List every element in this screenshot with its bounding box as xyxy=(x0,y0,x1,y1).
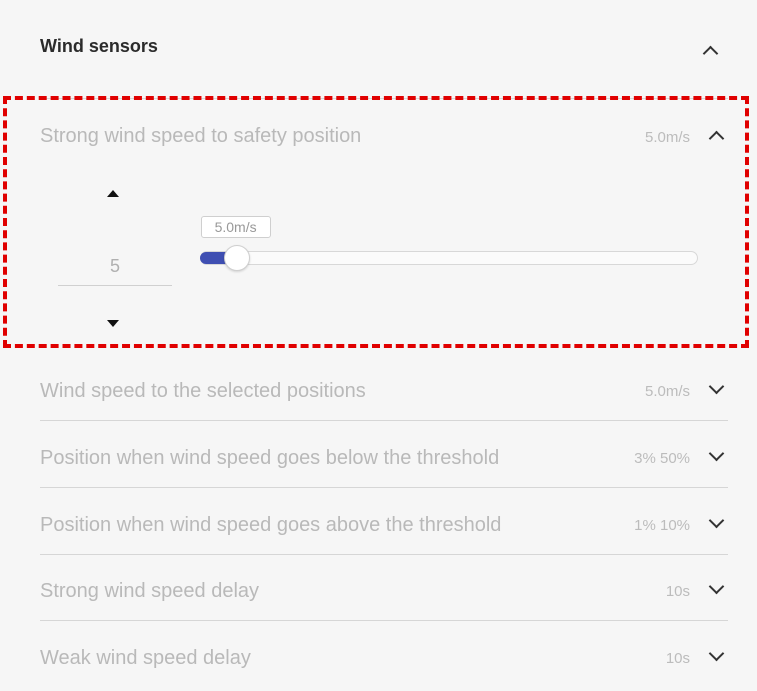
setting-weak-wind-delay[interactable]: Weak wind speed delay 10s xyxy=(40,625,728,691)
setting-label: Strong wind speed delay xyxy=(40,580,260,602)
setting-label: Wind speed to the selected positions xyxy=(40,380,366,402)
chevron-down-icon[interactable] xyxy=(708,578,725,595)
divider xyxy=(40,554,728,555)
setting-strong-wind-delay[interactable]: Strong wind speed delay 10s xyxy=(40,558,728,624)
chevron-down-icon[interactable] xyxy=(708,378,725,395)
setting-label: Weak wind speed delay xyxy=(40,647,251,669)
chevron-up-icon[interactable] xyxy=(702,45,719,62)
setting-wind-speed-selected[interactable]: Wind speed to the selected positions 5.0… xyxy=(40,358,728,424)
setting-label: Position when wind speed goes below the … xyxy=(40,447,500,469)
setting-position-below[interactable]: Position when wind speed goes below the … xyxy=(40,425,728,491)
highlight-box xyxy=(3,96,749,348)
setting-position-above[interactable]: Position when wind speed goes above the … xyxy=(40,492,728,558)
wind-sensors-panel: Wind sensors Strong wind speed to safety… xyxy=(0,0,757,678)
divider xyxy=(40,620,728,621)
divider xyxy=(40,487,728,488)
setting-value: 3% 50% xyxy=(634,450,690,467)
chevron-down-icon[interactable] xyxy=(708,512,725,529)
chevron-down-icon[interactable] xyxy=(708,445,725,462)
section-title: Wind sensors xyxy=(40,36,158,56)
wind-sensors-header[interactable]: Wind sensors xyxy=(40,30,730,68)
setting-value: 10s xyxy=(665,650,690,667)
divider xyxy=(40,420,728,421)
setting-label: Position when wind speed goes above the … xyxy=(40,514,502,536)
setting-value: 1% 10% xyxy=(634,517,690,534)
setting-value: 5.0m/s xyxy=(644,383,690,400)
chevron-down-icon[interactable] xyxy=(708,645,725,662)
setting-value: 10s xyxy=(665,583,690,600)
